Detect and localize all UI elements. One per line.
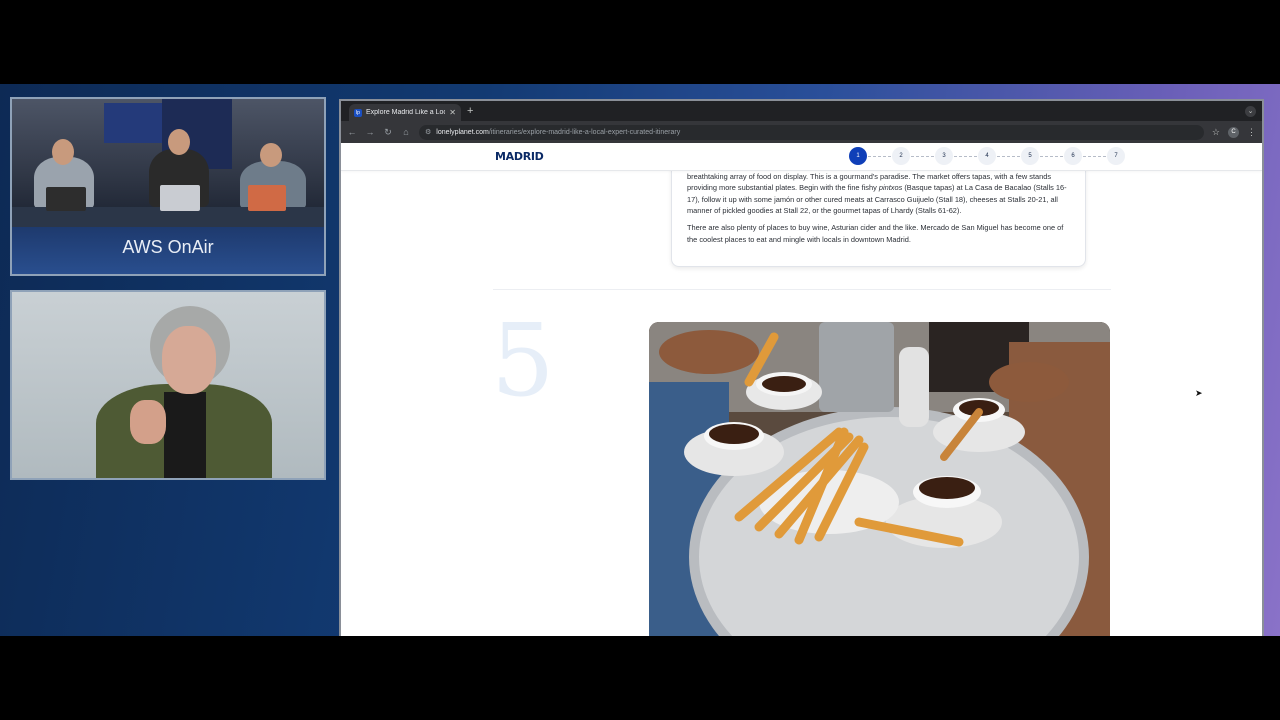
article-paragraph-2: There are also plenty of places to buy w… <box>687 222 1064 244</box>
address-bar[interactable]: ⚙ lonelyplanet.com/itineraries/explore-m… <box>419 124 1204 140</box>
stream-frame: AWS OnAir lp Explore Madrid Like a Local… <box>0 84 1280 636</box>
step-4[interactable]: 4 <box>978 147 996 165</box>
site-info-icon[interactable]: ⚙ <box>425 128 431 136</box>
step-connector <box>954 155 977 157</box>
article-card: century-old glass-and-wrought-iron facad… <box>671 157 1086 267</box>
url-host: lonelyplanet.com <box>436 128 489 136</box>
step-6[interactable]: 6 <box>1064 147 1082 165</box>
tab-search-icon[interactable]: ⌄ <box>1245 106 1256 117</box>
step-connector <box>911 155 934 157</box>
step-2[interactable]: 2 <box>892 147 910 165</box>
step-5[interactable]: 5 <box>1021 147 1039 165</box>
step-connector <box>997 155 1020 157</box>
mouse-pointer-icon: ➤ <box>1195 388 1203 398</box>
url-text: lonelyplanet.com/itineraries/explore-mad… <box>436 129 680 136</box>
step-7[interactable]: 7 <box>1107 147 1125 165</box>
step-connector <box>868 155 891 157</box>
menu-kebab-icon[interactable]: ⋮ <box>1247 127 1256 138</box>
reload-icon[interactable]: ↻ <box>383 127 393 138</box>
laptop-center <box>160 185 200 211</box>
laptop-left <box>46 187 86 211</box>
show-banner: AWS OnAir <box>122 237 214 257</box>
site-favicon-icon: lp <box>354 108 362 117</box>
tab-strip: lp Explore Madrid Like a Local ✕ + ⌄ <box>341 101 1262 121</box>
step-1[interactable]: 1 <box>849 147 867 165</box>
close-tab-icon[interactable]: ✕ <box>449 108 456 117</box>
guest-camera <box>10 290 326 480</box>
presenter-center-head <box>168 129 190 155</box>
itinerary-stepper: 1 2 3 4 5 6 7 <box>849 147 1125 165</box>
new-tab-button[interactable]: + <box>467 104 473 118</box>
presenter-left-head <box>52 139 74 165</box>
presenter-right-head <box>260 143 282 167</box>
back-arrow-icon[interactable]: ← <box>347 127 357 137</box>
url-path: /itineraries/explore-madrid-like-a-local… <box>488 128 681 136</box>
site-logo[interactable]: MADRID <box>495 150 544 163</box>
studio-camera: AWS OnAir <box>10 97 326 276</box>
paragraph-1-emphasis: pintxos <box>878 183 903 193</box>
bookmark-star-icon[interactable]: ☆ <box>1212 127 1220 138</box>
churros-photo-illustration <box>649 322 1110 636</box>
step-3[interactable]: 3 <box>935 147 953 165</box>
step-connector <box>1040 155 1063 157</box>
page-viewport: MADRID 1 2 3 4 5 6 7 ce <box>341 143 1262 636</box>
forward-arrow-icon[interactable]: → <box>365 127 375 137</box>
profile-avatar[interactable]: C <box>1228 126 1239 138</box>
browser-window: lp Explore Madrid Like a Local ✕ + ⌄ ← →… <box>339 99 1264 636</box>
home-icon[interactable]: ⌂ <box>401 127 411 137</box>
tab-title: Explore Madrid Like a Local <box>366 109 446 116</box>
guest-shirt <box>164 392 206 478</box>
section-divider <box>493 289 1111 290</box>
guest-hand <box>130 400 166 444</box>
laptop-right <box>248 185 286 211</box>
churros-photo <box>649 322 1110 636</box>
browser-toolbar: ← → ↻ ⌂ ⚙ lonelyplanet.com/itineraries/e… <box>341 121 1262 143</box>
guest-face <box>162 326 216 394</box>
booth-sign <box>104 103 162 143</box>
section-number: 5 <box>491 302 555 419</box>
itinerary-header: MADRID 1 2 3 4 5 6 7 <box>341 143 1262 171</box>
browser-tab[interactable]: lp Explore Madrid Like a Local ✕ <box>349 104 461 121</box>
letterbox-top <box>0 0 1280 84</box>
letterbox-bottom <box>0 636 1280 720</box>
step-connector <box>1083 155 1106 157</box>
